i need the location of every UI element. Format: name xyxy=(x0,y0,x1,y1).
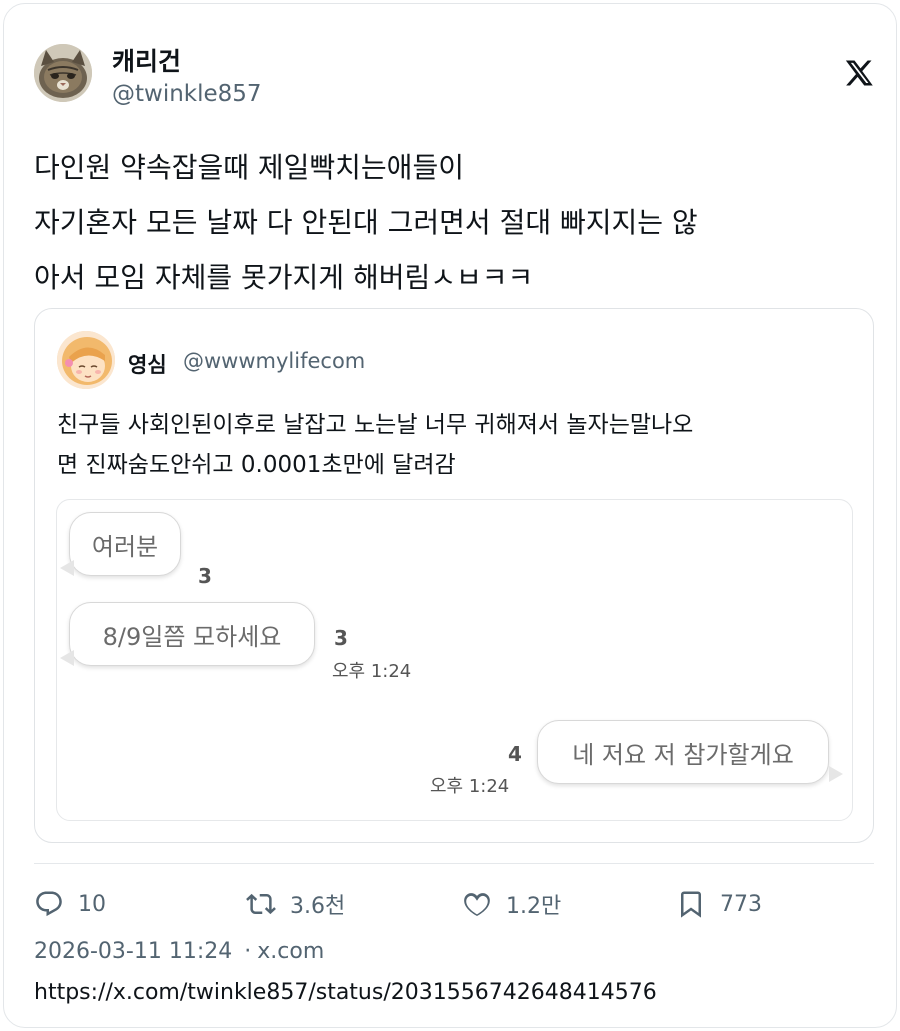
quoted-tweet-body: 친구들 사회인된이후로 날잡고 노는날 너무 귀해져서 놀자는말나오 면 진짜숨… xyxy=(57,405,857,485)
tweet-card: 캐리건 @twinkle857 다인원 약속잡을때 제일빡치는애들이 자기혼자 … xyxy=(3,3,897,1028)
like-count: 1.2만 xyxy=(506,894,562,919)
bookmark-button[interactable]: 773 xyxy=(676,886,762,922)
chat-bubble-tail xyxy=(829,766,843,782)
bookmark-count: 773 xyxy=(720,891,762,917)
author-handle[interactable]: @twinkle857 xyxy=(112,81,262,107)
chat-timestamp: 오후 1:24 xyxy=(332,661,412,682)
heart-icon xyxy=(464,893,490,916)
retweet-count: 3.6천 xyxy=(290,894,346,919)
tweet-timestamp[interactable]: 2026-03-11 11:24 xyxy=(34,939,232,964)
meta-separator: · xyxy=(244,939,252,964)
bookmark-icon xyxy=(681,891,701,918)
retweet-button[interactable]: 3.6천 xyxy=(246,886,345,922)
quoted-author-display-name[interactable]: 영심 xyxy=(128,349,167,379)
reply-button[interactable]: 10 xyxy=(34,886,106,922)
tweet-source[interactable]: x.com xyxy=(257,939,324,964)
chat-bubble-sent: 네 저요 저 참가할게요 xyxy=(537,720,829,784)
tweet-body: 다인원 약속잡을때 제일빡치는애들이 자기혼자 모든 날짜 다 안된대 그러면서… xyxy=(34,140,874,305)
quoted-tweet-line: 면 진짜숨도안쉬고 0.0001초만에 달려감 xyxy=(57,452,456,478)
tweet-line: 아서 모임 자체를 못가지게 해버림ㅅㅂㅋㅋ xyxy=(34,261,534,294)
chat-bubble-tail xyxy=(60,560,74,576)
like-button[interactable]: 1.2만 xyxy=(462,886,561,922)
tweet-line: 자기혼자 모든 날짜 다 안된대 그러면서 절대 빠지지는 않 xyxy=(34,206,698,239)
x-logo-icon[interactable] xyxy=(844,58,874,88)
quoted-author-handle[interactable]: @wwwmylifecom xyxy=(183,349,365,373)
tweet-url[interactable]: https://x.com/twinkle857/status/20315567… xyxy=(34,980,657,1005)
chat-bubble-received: 8/9일쯤 모하세요 xyxy=(69,602,315,666)
quoted-media-chat-screenshot[interactable]: 여러분 3 8/9일쯤 모하세요 3 오후 1:24 네 저요 저 참가할게요 … xyxy=(56,499,853,821)
author-display-name[interactable]: 캐리건 xyxy=(112,42,181,78)
divider xyxy=(34,863,874,864)
chat-bubble-received: 여러분 xyxy=(69,512,181,576)
quoted-tweet-line: 친구들 사회인된이후로 날잡고 노는날 너무 귀해져서 놀자는말나오 xyxy=(57,412,694,438)
chat-unread-count: 3 xyxy=(198,564,212,588)
retweet-icon xyxy=(246,893,276,915)
chat-unread-count: 4 xyxy=(508,742,522,766)
chat-unread-count: 3 xyxy=(334,626,348,650)
tweet-meta: 2026-03-11 11:24 · x.com xyxy=(34,939,324,964)
chat-bubble-tail xyxy=(60,650,74,666)
quoted-author-avatar[interactable] xyxy=(57,331,115,389)
quoted-tweet[interactable]: 영심 @wwwmylifecom 친구들 사회인된이후로 날잡고 노는날 너무 … xyxy=(34,308,874,843)
tweet-line: 다인원 약속잡을때 제일빡치는애들이 xyxy=(34,151,464,184)
chat-timestamp: 오후 1:24 xyxy=(430,776,510,797)
reply-count: 10 xyxy=(78,891,106,917)
author-avatar[interactable] xyxy=(34,44,92,102)
reply-icon xyxy=(36,891,62,917)
